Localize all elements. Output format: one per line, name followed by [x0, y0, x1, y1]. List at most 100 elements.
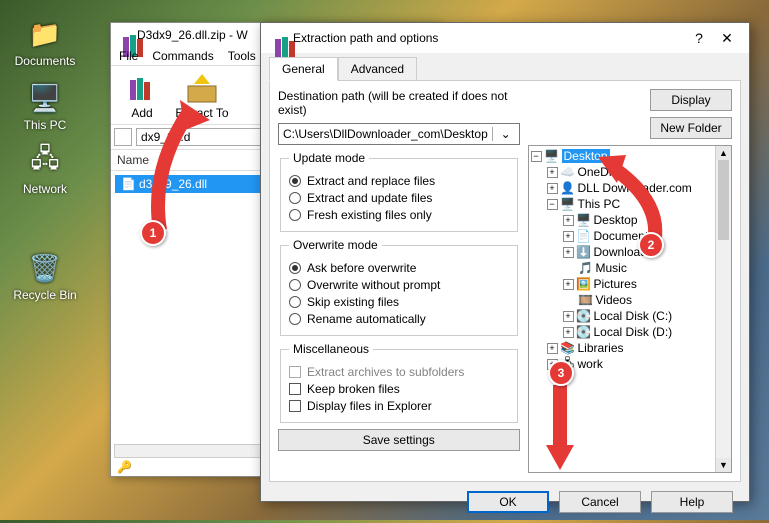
radio-rename[interactable]: Rename automatically	[289, 312, 509, 326]
expand-icon[interactable]: +	[547, 343, 558, 354]
disk-icon: 💽	[577, 309, 591, 323]
desktop-icon-documents[interactable]: 📁Documents	[10, 16, 80, 68]
desktop-icon-network[interactable]: 🖧Network	[10, 144, 80, 196]
tab-advanced[interactable]: Advanced	[338, 57, 417, 81]
pc-icon: 🖥️	[27, 80, 63, 116]
tree-localc[interactable]: +💽Local Disk (C:)	[531, 308, 714, 324]
radio-icon	[289, 175, 301, 187]
radio-icon	[289, 209, 301, 221]
tabs: General Advanced	[269, 57, 741, 81]
radio-icon	[289, 262, 301, 274]
tree-locald[interactable]: +💽Local Disk (D:)	[531, 324, 714, 340]
checkbox-icon	[289, 366, 301, 378]
tree-dll[interactable]: +👤DLL Downloader.com	[531, 180, 714, 196]
expand-icon[interactable]: +	[563, 311, 574, 322]
menu-tools[interactable]: Tools	[228, 49, 256, 63]
update-mode-group: Update mode Extract and replace files Ex…	[280, 151, 518, 232]
scroll-thumb[interactable]	[718, 160, 729, 240]
annotation-badge-1: 1	[140, 220, 166, 246]
dialog-titlebar: Extraction path and options ? ✕	[261, 23, 749, 53]
annotation-badge-2: 2	[638, 232, 664, 258]
save-settings-button[interactable]: Save settings	[278, 429, 520, 451]
chevron-down-icon: ⌄	[492, 127, 519, 141]
radio-extract-replace[interactable]: Extract and replace files	[289, 174, 509, 188]
tree-pictures[interactable]: +🖼️Pictures	[531, 276, 714, 292]
misc-group: Miscellaneous Extract archives to subfol…	[280, 342, 518, 423]
tab-body: Destination path (will be created if doe…	[269, 80, 741, 482]
radio-skip[interactable]: Skip existing files	[289, 295, 509, 309]
music-icon: 🎵	[579, 261, 593, 275]
scroll-up-icon[interactable]: ▲	[716, 146, 731, 160]
trash-icon: 🗑️	[27, 250, 63, 286]
winrar-icon	[269, 29, 287, 47]
help-button[interactable]: Help	[651, 491, 733, 513]
collapse-icon[interactable]: −	[547, 199, 558, 210]
up-button[interactable]	[114, 128, 132, 146]
expand-icon[interactable]: +	[547, 183, 558, 194]
tree-music[interactable]: 🎵Music	[531, 260, 714, 276]
extraction-dialog: Extraction path and options ? ✕ General …	[260, 22, 750, 502]
tree-onedrive[interactable]: +☁️OneDr	[531, 164, 714, 180]
tab-general[interactable]: General	[269, 57, 338, 81]
pc-icon: 🖥️	[561, 197, 575, 211]
videos-icon: 🎞️	[579, 293, 593, 307]
extract-to-button[interactable]: Extract To	[175, 70, 229, 120]
tree-desktop[interactable]: −🖥️Desktop	[531, 148, 714, 164]
winrar-icon	[117, 27, 133, 43]
radio-extract-update[interactable]: Extract and update files	[289, 191, 509, 205]
new-folder-button[interactable]: New Folder	[650, 117, 732, 139]
display-button[interactable]: Display	[650, 89, 732, 111]
v-scrollbar[interactable]: ▲ ▼	[715, 146, 731, 472]
documents-icon: 📄	[577, 229, 591, 243]
tree-videos[interactable]: 🎞️Videos	[531, 292, 714, 308]
desktop-icon-thispc[interactable]: 🖥️This PC	[10, 80, 80, 132]
close-button[interactable]: ✕	[713, 30, 741, 47]
radio-icon	[289, 313, 301, 325]
tree-libraries[interactable]: +📚Libraries	[531, 340, 714, 356]
cancel-button[interactable]: Cancel	[559, 491, 641, 513]
network-icon: 🖧	[27, 144, 63, 180]
dialog-buttons: OK Cancel Help	[261, 491, 749, 523]
desktop-icon: 🖥️	[577, 213, 591, 227]
radio-fresh[interactable]: Fresh existing files only	[289, 208, 509, 222]
scroll-down-icon[interactable]: ▼	[716, 458, 731, 472]
expand-icon[interactable]: +	[547, 167, 558, 178]
expand-icon[interactable]: +	[563, 215, 574, 226]
tree-thispc[interactable]: −🖥️This PC	[531, 196, 714, 212]
radio-overwrite-without[interactable]: Overwrite without prompt	[289, 278, 509, 292]
radio-icon	[289, 296, 301, 308]
desktop-icon-recyclebin[interactable]: 🗑️Recycle Bin	[10, 250, 80, 302]
expand-icon[interactable]: +	[563, 279, 574, 290]
help-button[interactable]: ?	[685, 30, 713, 46]
menu-file[interactable]: File	[119, 49, 138, 63]
tree-documents[interactable]: +📄Documents	[531, 228, 714, 244]
winrar-title-text: D3dx9_26.dll.zip - W	[137, 28, 248, 42]
check-broken[interactable]: Keep broken files	[289, 382, 509, 396]
radio-icon	[289, 192, 301, 204]
check-explorer[interactable]: Display files in Explorer	[289, 399, 509, 413]
checkbox-icon	[289, 400, 301, 412]
dest-path-label: Destination path (will be created if doe…	[278, 89, 520, 117]
dest-path-select[interactable]: C:\Users\DllDownloader_com\Desktop⌄	[278, 123, 520, 145]
ok-button[interactable]: OK	[467, 491, 549, 513]
expand-icon[interactable]: +	[563, 247, 574, 258]
add-icon	[124, 70, 160, 106]
user-icon: 👤	[561, 181, 575, 195]
annotation-badge-3: 3	[548, 360, 574, 386]
dll-icon: 📄	[121, 177, 135, 191]
collapse-icon[interactable]: −	[531, 151, 542, 162]
desktop-icon: 🖥️	[545, 149, 559, 163]
tree-desktop2[interactable]: +🖥️Desktop	[531, 212, 714, 228]
expand-icon[interactable]: +	[563, 327, 574, 338]
add-button[interactable]: Add	[115, 70, 169, 120]
radio-ask-before[interactable]: Ask before overwrite	[289, 261, 509, 275]
extract-icon	[184, 70, 220, 106]
status-icon: 🔑	[117, 460, 132, 474]
expand-icon[interactable]: +	[563, 231, 574, 242]
radio-icon	[289, 279, 301, 291]
pictures-icon: 🖼️	[577, 277, 591, 291]
check-subfolders[interactable]: Extract archives to subfolders	[289, 365, 509, 379]
tree-downloads[interactable]: +⬇️Downloads	[531, 244, 714, 260]
menu-commands[interactable]: Commands	[152, 49, 213, 63]
cloud-icon: ☁️	[561, 165, 575, 179]
